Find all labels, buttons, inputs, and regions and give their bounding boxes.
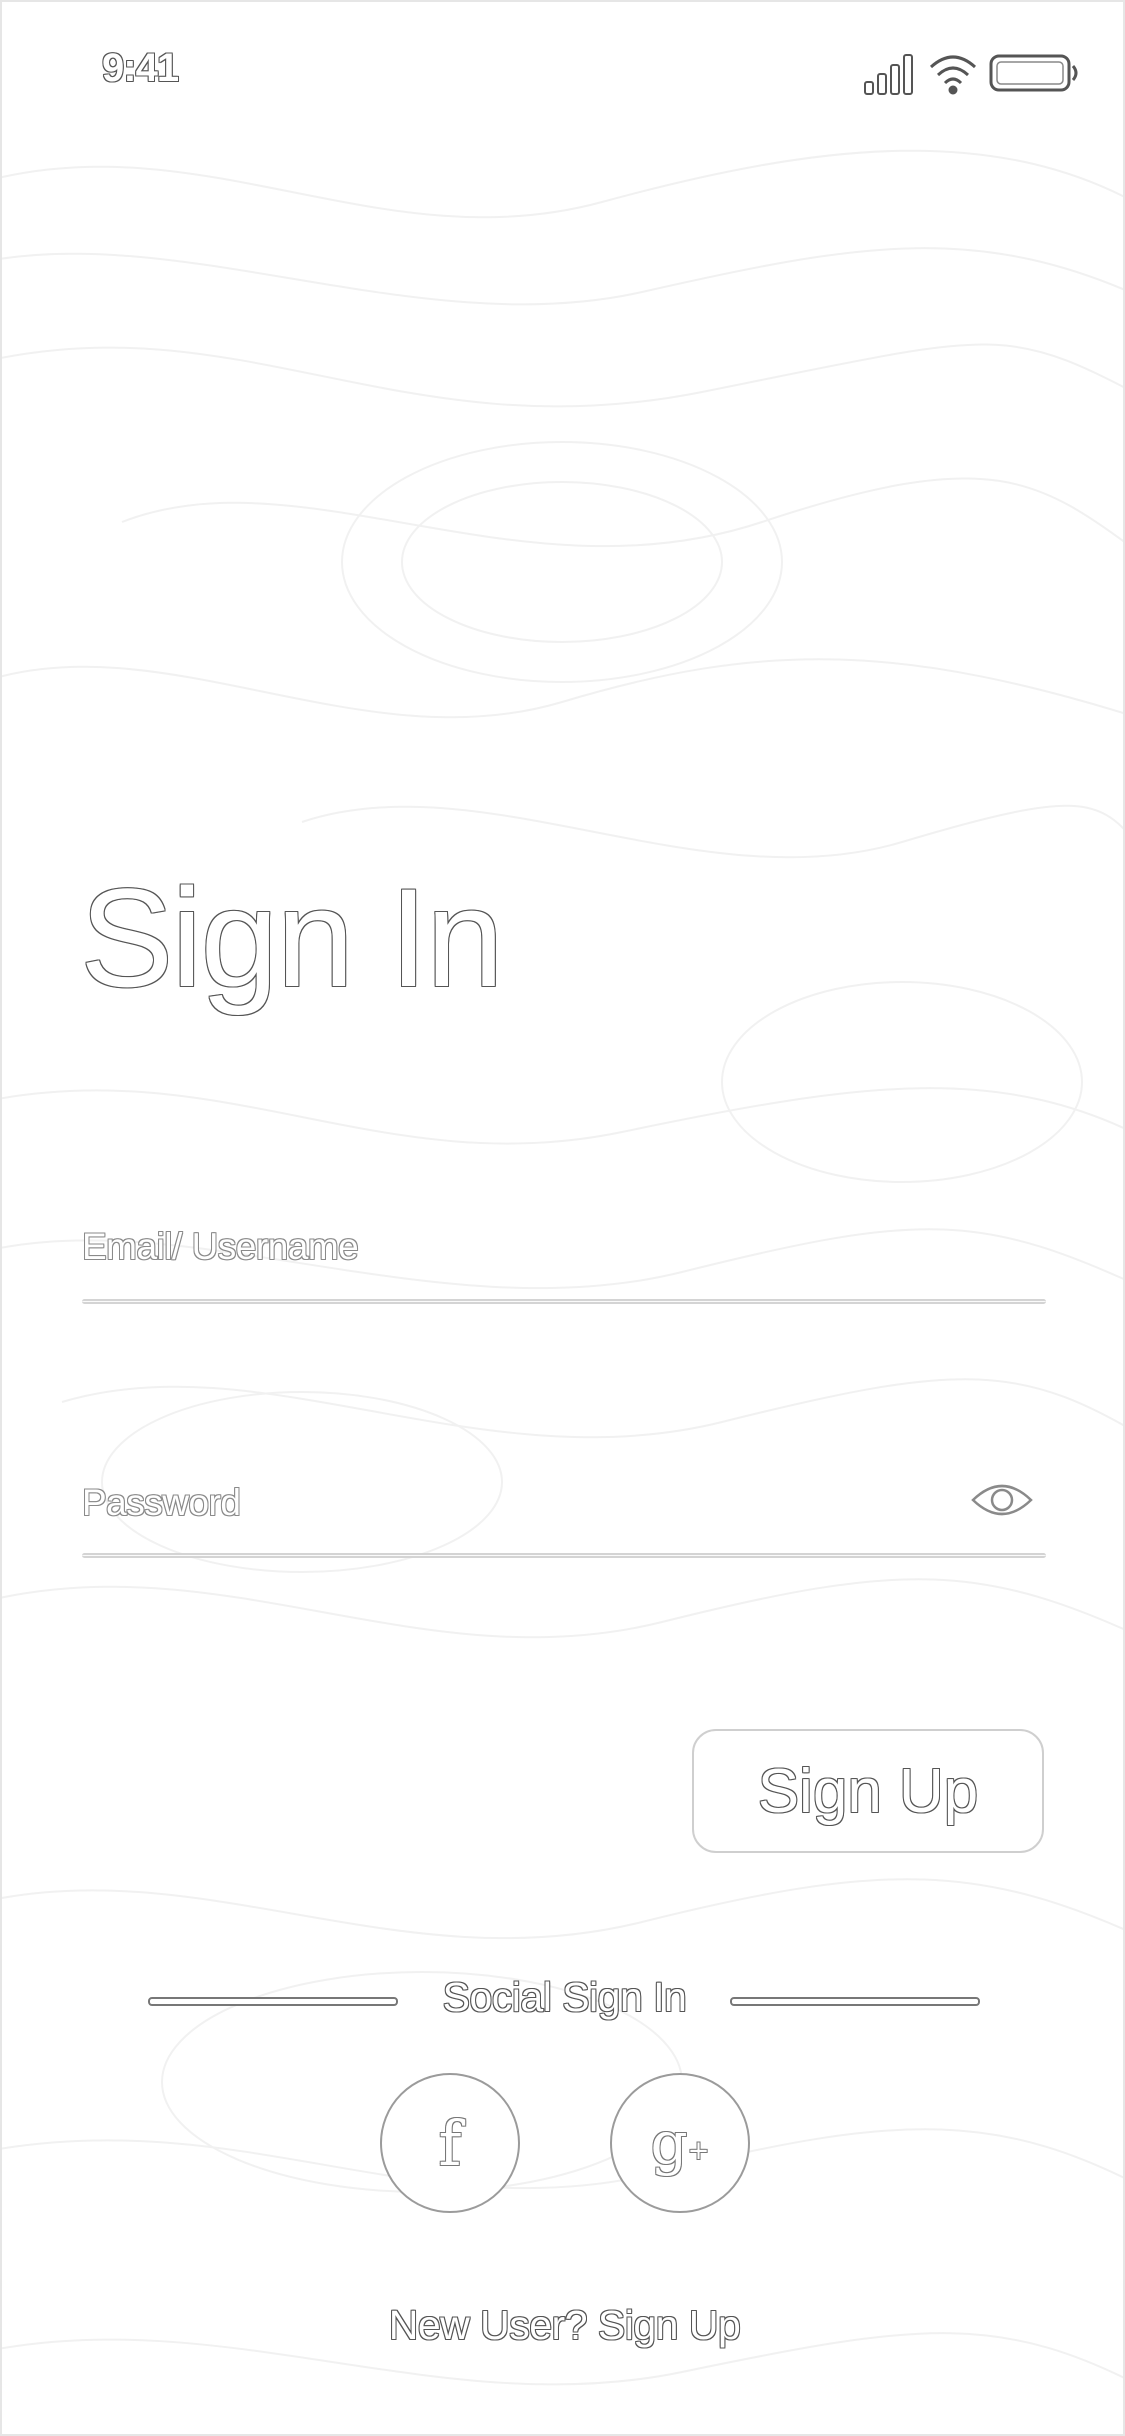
- google-plus-sup: +: [687, 2136, 710, 2166]
- sign-up-link[interactable]: Sign Up: [598, 2302, 741, 2348]
- sign-up-button[interactable]: Sign Up: [692, 1729, 1044, 1853]
- sign-in-screen: 9:41 Sign In Email/ Username Password Si…: [0, 0, 1125, 2436]
- page-title: Sign In: [80, 859, 504, 1016]
- wifi-icon: [929, 55, 977, 95]
- social-divider-right: [730, 1997, 980, 2006]
- email-underline: [82, 1299, 1046, 1304]
- google-plus-icon: g+: [651, 2109, 710, 2177]
- new-user-prompt: New User?: [388, 2302, 588, 2348]
- google-plus-glyph: g: [650, 2109, 688, 2177]
- status-icons: [864, 54, 1078, 95]
- password-field[interactable]: [82, 1476, 946, 1538]
- facebook-button[interactable]: f: [380, 2073, 520, 2213]
- footer-signup: New User? Sign Up: [2, 2302, 1123, 2349]
- eye-icon[interactable]: [970, 1478, 1034, 1522]
- google-plus-button[interactable]: g+: [610, 2073, 750, 2213]
- facebook-icon: f: [438, 2106, 462, 2180]
- password-underline: [82, 1553, 1046, 1558]
- status-time: 9:41: [102, 46, 179, 90]
- battery-icon: [989, 54, 1078, 92]
- email-field[interactable]: [82, 1220, 946, 1282]
- topographic-background: [2, 149, 1123, 2386]
- signal-icon: [864, 54, 913, 95]
